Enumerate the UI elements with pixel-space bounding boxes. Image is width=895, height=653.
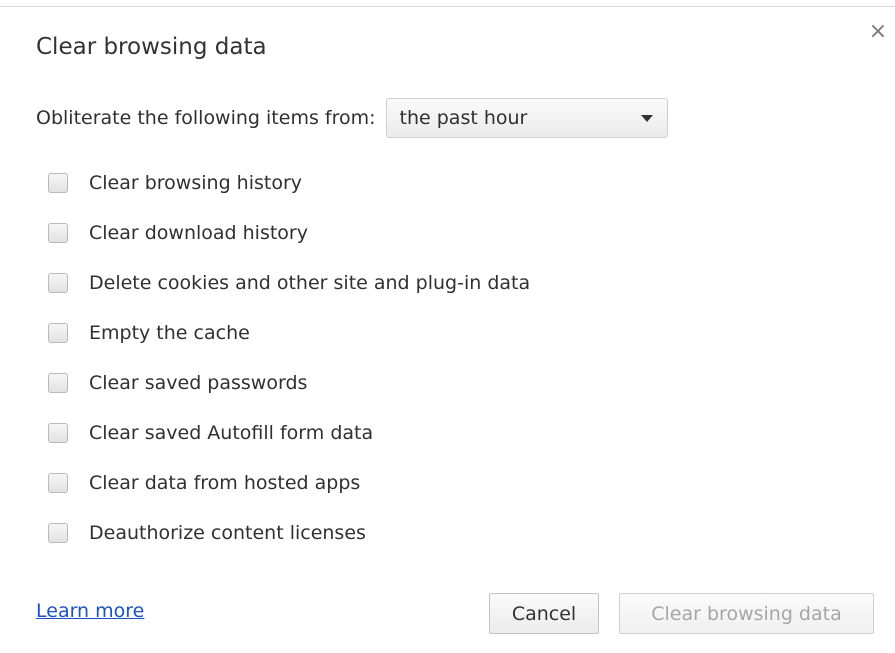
clear-browsing-data-button[interactable]: Clear browsing data <box>619 593 874 634</box>
option-label: Clear saved Autofill form data <box>89 422 374 444</box>
clear-options-list: Clear browsing history Clear download hi… <box>48 158 530 558</box>
option-deauthorize-content-licenses[interactable]: Deauthorize content licenses <box>48 508 530 558</box>
option-clear-hosted-app-data[interactable]: Clear data from hosted apps <box>48 458 530 508</box>
checkbox[interactable] <box>48 223 68 243</box>
option-clear-saved-passwords[interactable]: Clear saved passwords <box>48 358 530 408</box>
option-label: Clear download history <box>89 222 308 244</box>
time-range-row: Obliterate the following items from: the… <box>36 97 668 139</box>
option-label: Empty the cache <box>89 322 250 344</box>
checkbox[interactable] <box>48 173 68 193</box>
checkbox[interactable] <box>48 323 68 343</box>
dropdown-arrow-icon <box>640 114 653 122</box>
option-label: Clear saved passwords <box>89 372 308 394</box>
option-delete-cookies[interactable]: Delete cookies and other site and plug-i… <box>48 258 530 308</box>
time-range-select[interactable]: the past hour <box>385 98 668 138</box>
option-label: Deauthorize content licenses <box>89 522 366 544</box>
dialog-title: Clear browsing data <box>36 34 267 60</box>
option-clear-autofill-data[interactable]: Clear saved Autofill form data <box>48 408 530 458</box>
close-icon[interactable]: × <box>866 20 890 44</box>
checkbox[interactable] <box>48 373 68 393</box>
top-divider <box>0 6 895 7</box>
option-label: Clear browsing history <box>89 172 303 194</box>
option-label: Delete cookies and other site and plug-i… <box>89 272 531 294</box>
checkbox[interactable] <box>48 423 68 443</box>
option-empty-cache[interactable]: Empty the cache <box>48 308 530 358</box>
time-range-selected-value: the past hour <box>399 107 528 129</box>
cancel-button[interactable]: Cancel <box>489 593 599 634</box>
checkbox[interactable] <box>48 473 68 493</box>
checkbox[interactable] <box>48 523 68 543</box>
clear-browsing-data-dialog: Clear browsing data × Obliterate the fol… <box>0 0 895 653</box>
option-clear-browsing-history[interactable]: Clear browsing history <box>48 158 530 208</box>
option-label: Clear data from hosted apps <box>89 472 361 494</box>
checkbox[interactable] <box>48 273 68 293</box>
time-range-label: Obliterate the following items from: <box>36 107 376 129</box>
option-clear-download-history[interactable]: Clear download history <box>48 208 530 258</box>
learn-more-link[interactable]: Learn more <box>36 600 144 622</box>
